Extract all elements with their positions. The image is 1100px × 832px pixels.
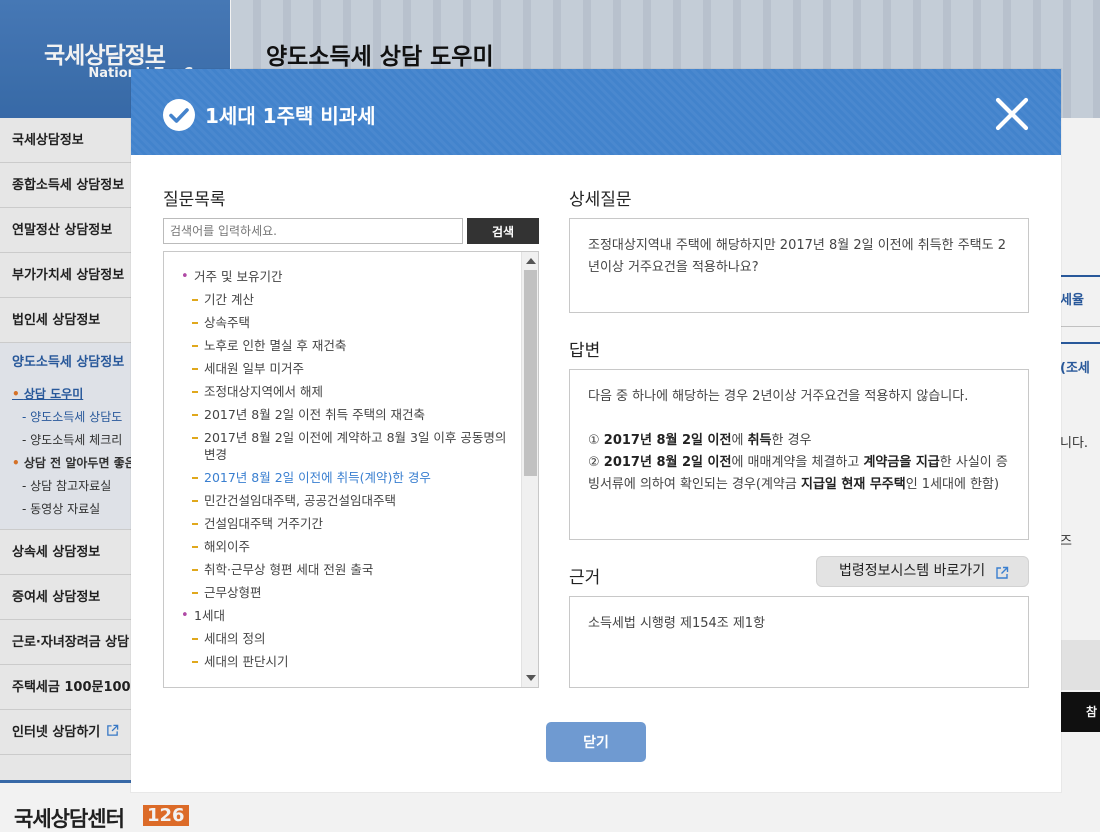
question-list: 거주 및 보유기간기간 계산상속주택노후로 인한 멸실 후 재건축세대원 일부 … [163, 251, 539, 688]
question-item[interactable]: 2017년 8월 2일 이전 취득 주택의 재건축 [180, 406, 520, 423]
question-list-heading: 질문목록 [163, 190, 226, 210]
check-circle-icon [163, 99, 195, 131]
question-list-items: 거주 및 보유기간기간 계산상속주택노후로 인한 멸실 후 재건축세대원 일부 … [180, 268, 520, 676]
close-icon[interactable] [995, 97, 1029, 131]
question-item[interactable]: 근무상형편 [180, 584, 520, 601]
question-item[interactable]: 건설임대주택 거주기간 [180, 515, 520, 532]
external-link-icon [996, 566, 1009, 579]
answer-intro: 다음 중 하나에 해당하는 경우 2년이상 거주요건을 적용하지 않습니다. [588, 389, 969, 404]
answer-box: 다음 중 하나에 해당하는 경우 2년이상 거주요건을 적용하지 않습니다. ①… [569, 369, 1029, 540]
question-item[interactable]: 상속주택 [180, 314, 520, 331]
question-item[interactable]: 세대의 정의 [180, 630, 520, 647]
answer-case-2: ② 2017년 8월 2일 이전에 매매계약을 체결하고 계약금을 지급한 사실… [588, 455, 1008, 492]
question-item[interactable]: 취학·근무상 형편 세대 전원 출국 [180, 561, 520, 578]
basis-box: 소득세법 시행령 제154조 제1항 [569, 596, 1029, 688]
question-category[interactable]: 거주 및 보유기간 [180, 268, 520, 285]
detail-question-text: 조정대상지역내 주택에 해당하지만 2017년 8월 2일 이전에 취득한 주택… [588, 238, 1007, 275]
scroll-up-icon[interactable] [526, 258, 536, 264]
consult-modal: 1세대 1주택 비과세 질문목록 검색 거주 및 보유기간기간 계산상속주택노후… [131, 69, 1061, 792]
detail-question-heading: 상세질문 [569, 190, 632, 210]
scroll-thumb[interactable] [524, 270, 537, 476]
modal-title: 1세대 1주택 비과세 [205, 104, 376, 128]
scroll-down-icon[interactable] [526, 675, 536, 681]
search-input[interactable] [163, 218, 463, 244]
detail-question-box: 조정대상지역내 주택에 해당하지만 2017년 8월 2일 이전에 취득한 주택… [569, 218, 1029, 313]
question-item[interactable]: 2017년 8월 2일 이전에 계약하고 8월 3일 이후 공동명의 변경 [180, 429, 520, 463]
question-item[interactable]: 2017년 8월 2일 이전에 취득(계약)한 경우 [180, 469, 520, 486]
basis-heading: 근거 [569, 568, 601, 588]
law-system-link-button[interactable]: 법령정보시스템 바로가기 [816, 556, 1029, 587]
law-system-link-label: 법령정보시스템 바로가기 [839, 563, 986, 579]
question-category[interactable]: 1세대 [180, 607, 520, 624]
basis-text: 소득세법 시행령 제154조 제1항 [588, 616, 766, 631]
modal-header: 1세대 1주택 비과세 [131, 69, 1061, 155]
answer-case-1: ① 2017년 8월 2일 이전에 취득한 경우 [588, 433, 812, 448]
question-item[interactable]: 노후로 인한 멸실 후 재건축 [180, 337, 520, 354]
modal-close-button[interactable]: 닫기 [546, 722, 646, 762]
answer-heading: 답변 [569, 341, 601, 361]
question-item[interactable]: 해외이주 [180, 538, 520, 555]
question-item[interactable]: 조정대상지역에서 해제 [180, 383, 520, 400]
search-button[interactable]: 검색 [467, 218, 539, 244]
question-item[interactable]: 세대의 판단시기 [180, 653, 520, 670]
question-item[interactable]: 민간건설임대주택, 공공건설임대주택 [180, 492, 520, 509]
question-item[interactable]: 세대원 일부 미거주 [180, 360, 520, 377]
question-list-scrollbar[interactable] [521, 252, 538, 687]
question-item[interactable]: 기간 계산 [180, 291, 520, 308]
